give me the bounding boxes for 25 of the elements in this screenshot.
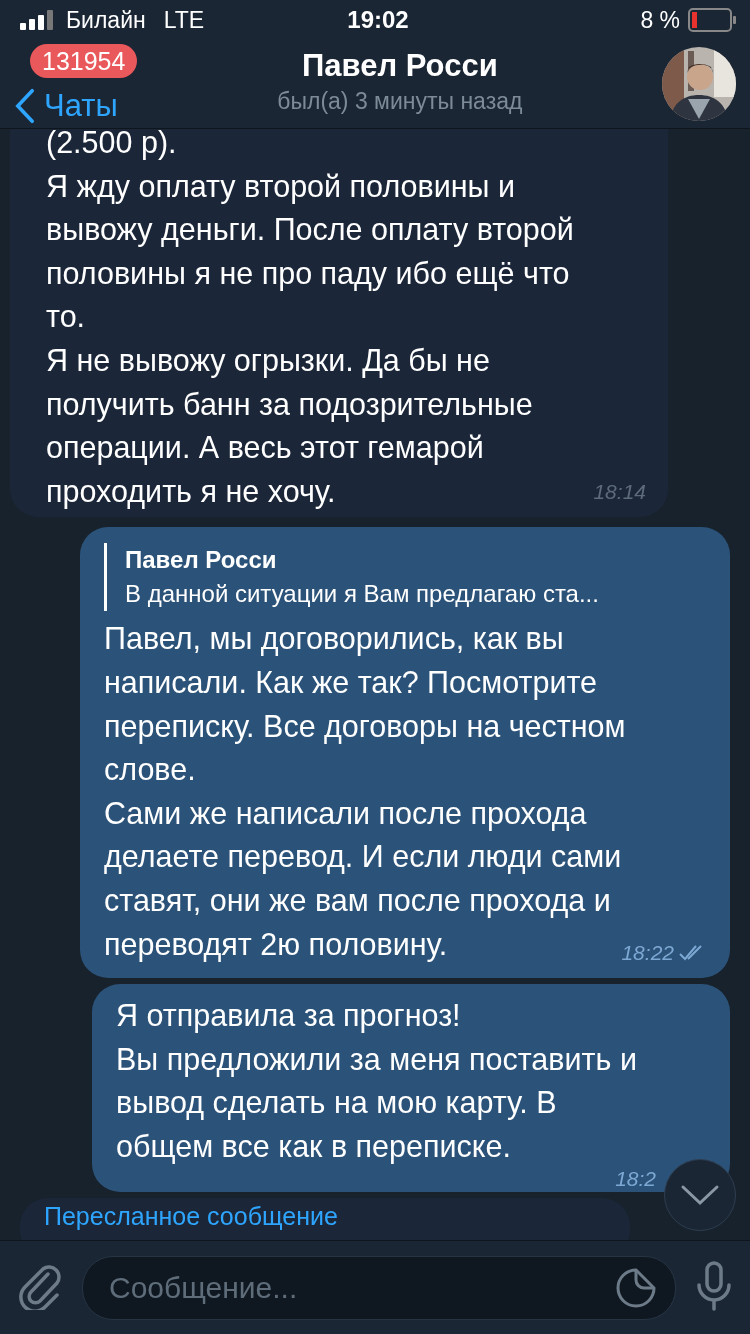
chevron-left-icon <box>14 88 36 124</box>
reply-author: Павел Росси <box>125 545 278 576</box>
message-time: 18:14 <box>593 479 646 506</box>
forwarded-label: Пересланное сообщение <box>44 1202 338 1231</box>
attach-icon[interactable] <box>18 1262 62 1313</box>
signal-icon <box>20 10 56 30</box>
last-seen-status: был(а) 3 минуты назад <box>277 87 523 115</box>
message-time: 18:22 <box>621 940 674 967</box>
message-time: 18:2 <box>615 1168 656 1191</box>
unread-count: 131954 <box>30 44 138 78</box>
microphone-icon[interactable] <box>696 1261 732 1314</box>
clock: 19:02 <box>346 6 410 34</box>
carrier-name: Билайн <box>66 6 146 34</box>
chevron-down-icon <box>680 1183 720 1207</box>
reply-quote[interactable]: Павел Росси В данной ситуации я Вам предлагаю ста... <box>104 543 710 612</box>
back-button[interactable]: Чаты <box>14 88 118 124</box>
message-text: (2.500 р). Я жду оплату второй половины и вывожу деньги. После оплату второй половины я не про паду ибо ещё что то. Я не вывожу огрызки. Да бы не получить банн за подозрительные операции. А весь этот гемарой проходить я не хочу. <box>46 129 574 508</box>
reply-text: В данной ситуации я Вам предлагаю ста... <box>125 579 600 610</box>
network-type: LTE <box>163 6 205 34</box>
composer-field[interactable]: Сообщение... <box>82 1255 676 1320</box>
battery-icon <box>688 8 736 32</box>
message-text: Я отправила за прогноз! Вы предложили за меня поставить и вывод сделать на мою карту. В общем все как в переписке. <box>116 998 637 1163</box>
chat-title: Павел Росси <box>302 47 498 84</box>
battery-percent: 8 % <box>640 6 680 34</box>
sticker-icon[interactable] <box>615 1266 657 1309</box>
